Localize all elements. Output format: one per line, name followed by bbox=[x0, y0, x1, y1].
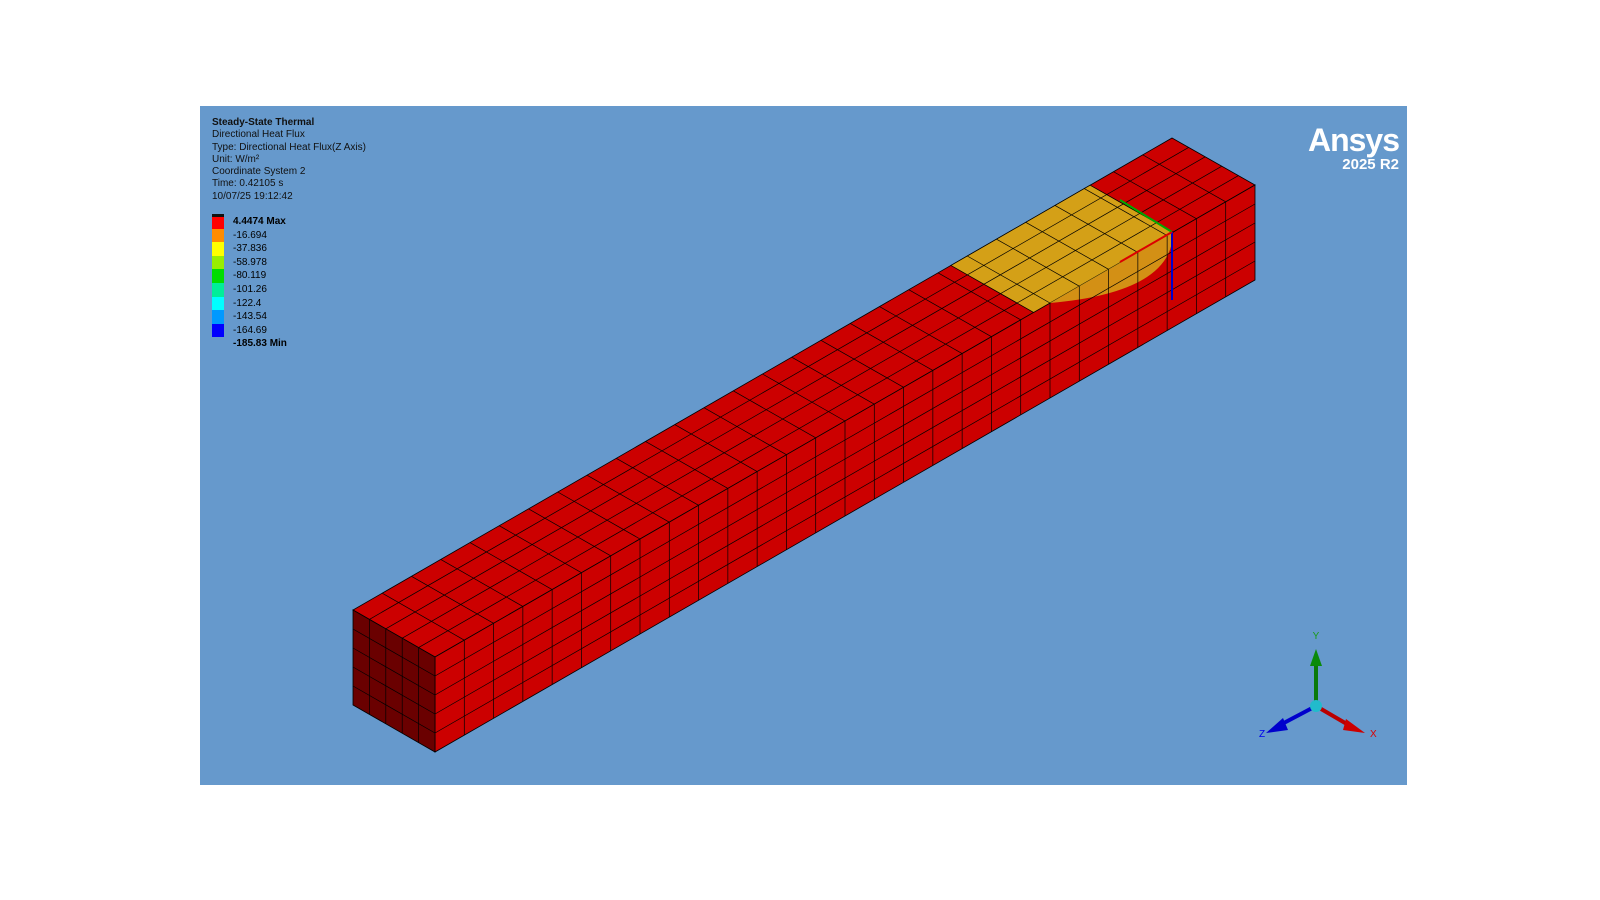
legend-swatch bbox=[212, 323, 224, 338]
logo-version: 2025 R2 bbox=[1342, 156, 1399, 173]
legend-entry: -101.26 bbox=[212, 282, 287, 297]
result-name: Directional Heat Flux bbox=[212, 129, 305, 141]
legend-swatch bbox=[212, 269, 224, 283]
legend-swatch bbox=[212, 242, 224, 256]
mesh-model[interactable] bbox=[200, 106, 1407, 785]
graphics-viewport[interactable]: Steady-State Thermal Directional Heat Fl… bbox=[200, 106, 1407, 785]
legend-swatch bbox=[212, 310, 224, 324]
mesh-line bbox=[402, 165, 1222, 639]
legend-entry: -16.694 bbox=[212, 228, 287, 243]
legend-swatch bbox=[212, 213, 224, 231]
legend-entry: -164.69 bbox=[212, 323, 287, 338]
coordinate-system: Coordinate System 2 bbox=[212, 166, 306, 178]
mesh-line bbox=[434, 241, 1256, 715]
result-info: Steady-State Thermal Directional Heat Fl… bbox=[212, 117, 366, 203]
legend-label: 4.4474 Max bbox=[233, 216, 286, 227]
result-time: Time: 0.42105 s bbox=[212, 178, 284, 190]
result-date: 10/07/25 19:12:42 bbox=[212, 190, 293, 202]
legend-entry: -80.119 bbox=[212, 269, 287, 283]
legend-entry: -37.836 bbox=[212, 242, 287, 256]
legend-entry: -185.83 Min bbox=[212, 337, 287, 351]
result-unit: Unit: W/m² bbox=[212, 153, 260, 165]
legend-swatch bbox=[212, 296, 224, 311]
mesh-line bbox=[418, 175, 1239, 648]
legend-swatch bbox=[212, 282, 224, 297]
legend-label: -164.69 bbox=[233, 324, 267, 336]
legend-swatch bbox=[212, 228, 224, 243]
legend-label: -185.83 Min bbox=[233, 338, 287, 350]
legend-label: -101.26 bbox=[233, 283, 267, 295]
logo-name: Ansys bbox=[1307, 122, 1400, 158]
mesh-line bbox=[385, 156, 1206, 630]
result-type: Type: Directional Heat Flux(Z Axis) bbox=[212, 141, 366, 153]
ansys-logo: Ansys 2025 R2 bbox=[1307, 122, 1400, 174]
legend-label: -58.978 bbox=[233, 256, 267, 268]
legend-entry: -122.4 bbox=[212, 296, 287, 311]
legend-entry: -58.978 bbox=[212, 255, 287, 270]
mesh-line bbox=[434, 203, 1256, 677]
legend-entry: 4.4474 Max bbox=[212, 213, 287, 231]
analysis-title: Steady-State Thermal bbox=[212, 117, 315, 128]
legend-swatch bbox=[212, 255, 224, 270]
legend-entry: -143.54 bbox=[212, 310, 287, 324]
legend-label: -143.54 bbox=[233, 311, 267, 323]
legend-label: -80.119 bbox=[233, 270, 267, 282]
legend-label: -37.836 bbox=[233, 243, 267, 255]
color-legend[interactable]: 4.4474 Max -16.694 -37.836 -58.978 -80.119 -1… bbox=[212, 213, 287, 351]
mesh-line bbox=[434, 222, 1256, 696]
legend-label: -16.694 bbox=[233, 229, 267, 241]
legend-label: -122.4 bbox=[233, 297, 262, 309]
